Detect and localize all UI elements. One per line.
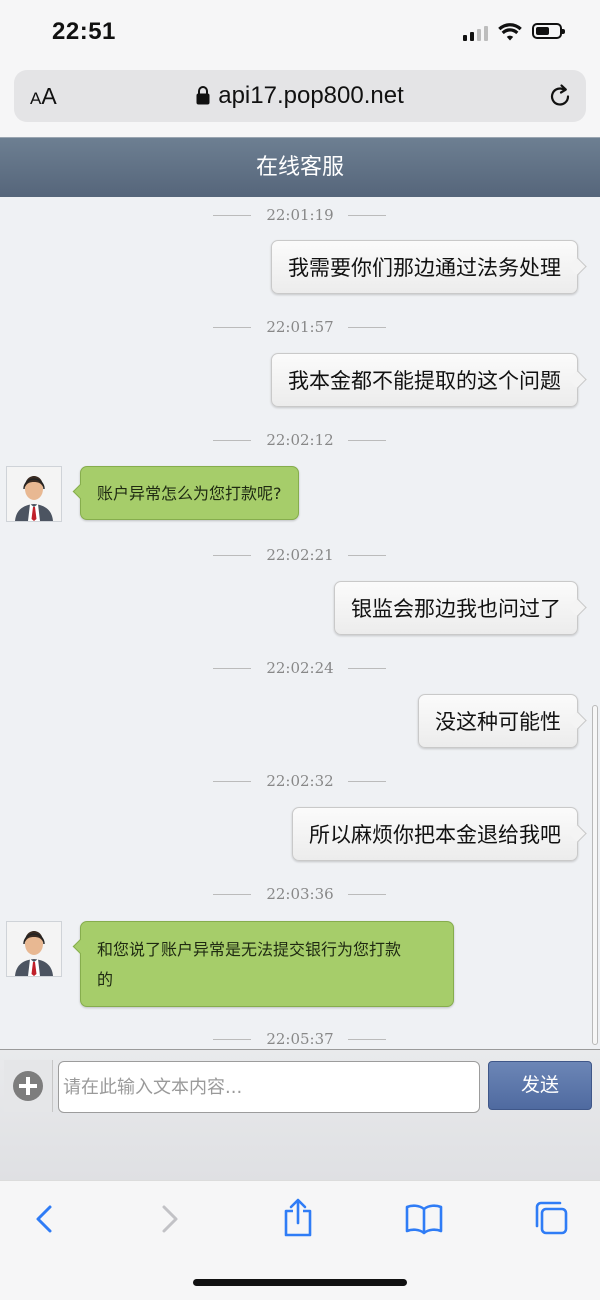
message-text: 所以麻烦你把本金退给我吧 — [309, 823, 561, 847]
timestamp: 22:02:32 — [0, 769, 600, 793]
lock-icon — [196, 86, 210, 105]
timestamp-text: 22:02:21 — [266, 546, 334, 564]
add-button[interactable] — [4, 1060, 53, 1112]
divider — [213, 327, 251, 328]
divider — [348, 215, 386, 216]
divider — [213, 1039, 251, 1040]
agent-message[interactable]: 和您说了账户异常是无法提交银行为您打款 的 — [72, 921, 454, 1007]
page-title: 在线客服 — [0, 137, 600, 198]
timestamp: 22:05:37 — [0, 1027, 600, 1049]
add-icon — [13, 1071, 43, 1101]
url-display[interactable]: api17.pop800.net — [14, 82, 586, 110]
tabs-icon[interactable] — [532, 1199, 570, 1237]
message-text: 银监会那边我也问过了 — [351, 597, 561, 621]
timestamp-text: 22:02:32 — [266, 772, 334, 790]
chat-area[interactable]: 22:01:19 我需要你们那边通过法务处理 22:01:57 我本金都不能提取… — [0, 197, 600, 1049]
divider — [213, 440, 251, 441]
send-button[interactable]: 发送 — [488, 1061, 592, 1110]
timestamp-text: 22:01:57 — [266, 318, 334, 336]
status-time: 22:51 — [52, 18, 116, 45]
bookmarks-icon[interactable] — [404, 1201, 444, 1237]
divider — [348, 555, 386, 556]
status-bar: 22:51 — [0, 0, 600, 66]
divider — [348, 440, 386, 441]
agent-message[interactable]: 账户异常怎么为您打款呢? — [72, 466, 299, 520]
user-message[interactable]: 所以麻烦你把本金退给我吧 — [292, 807, 587, 861]
user-message[interactable]: 我需要你们那边通过法务处理 — [271, 240, 587, 294]
forward-icon[interactable] — [158, 1201, 182, 1237]
home-indicator — [193, 1279, 407, 1286]
timestamp-text: 22:01:19 — [266, 206, 334, 224]
agent-avatar — [6, 466, 62, 522]
timestamp-text: 22:02:12 — [266, 431, 334, 449]
message-input[interactable] — [58, 1061, 480, 1113]
user-message[interactable]: 银监会那边我也问过了 — [334, 581, 587, 635]
divider — [348, 668, 386, 669]
address-bar[interactable]: AA api17.pop800.net — [14, 70, 586, 122]
timestamp: 22:03:36 — [0, 882, 600, 906]
message-text-line: 的 — [97, 970, 114, 989]
scrollbar[interactable] — [592, 705, 598, 1045]
divider — [213, 555, 251, 556]
message-text-line: 和您说了账户异常是无法提交银行为您打款 — [97, 940, 402, 959]
divider — [213, 668, 251, 669]
agent-avatar — [6, 921, 62, 977]
agent-avatar-icon — [7, 467, 61, 521]
timestamp: 22:02:24 — [0, 656, 600, 680]
url-text: api17.pop800.net — [218, 82, 404, 109]
divider — [348, 1039, 386, 1040]
divider — [348, 781, 386, 782]
wifi-icon — [498, 23, 522, 41]
composer-bar: 发送 — [0, 1049, 600, 1180]
timestamp-text: 22:03:36 — [266, 885, 334, 903]
user-message[interactable]: 我本金都不能提取的这个问题 — [271, 353, 587, 407]
battery-icon — [532, 23, 565, 39]
timestamp: 22:02:21 — [0, 543, 600, 567]
message-text: 没这种可能性 — [435, 710, 561, 734]
divider — [213, 894, 251, 895]
message-text: 账户异常怎么为您打款呢? — [97, 484, 282, 503]
message-text: 我需要你们那边通过法务处理 — [288, 256, 561, 280]
divider — [348, 327, 386, 328]
agent-avatar-icon — [7, 922, 61, 976]
reload-icon[interactable] — [548, 83, 572, 109]
back-icon[interactable] — [32, 1201, 56, 1237]
timestamp: 22:02:12 — [0, 428, 600, 452]
timestamp: 22:01:57 — [0, 315, 600, 339]
share-icon[interactable] — [281, 1197, 315, 1237]
message-text: 我本金都不能提取的这个问题 — [288, 369, 561, 393]
user-message[interactable]: 没这种可能性 — [418, 694, 587, 748]
divider — [348, 894, 386, 895]
timestamp-text: 22:05:37 — [266, 1030, 334, 1048]
divider — [213, 215, 251, 216]
timestamp-text: 22:02:24 — [266, 659, 334, 677]
divider — [213, 781, 251, 782]
cellular-signal-icon — [463, 25, 489, 41]
timestamp: 22:01:19 — [0, 203, 600, 227]
